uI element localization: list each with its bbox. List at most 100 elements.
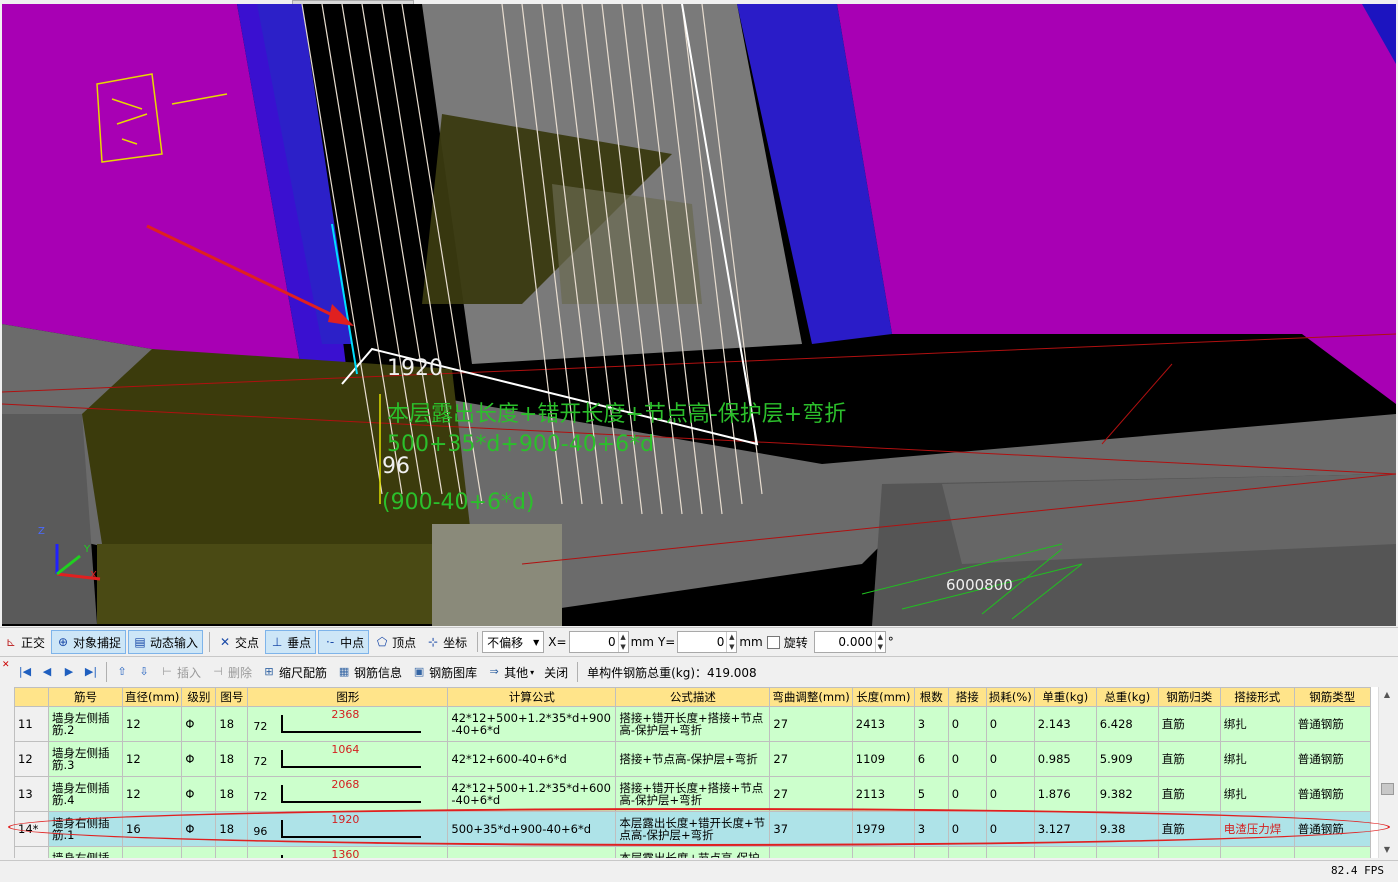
cell-lap-type[interactable]: 绑扎: [1219, 741, 1295, 777]
cell-category[interactable]: 直筋: [1157, 706, 1221, 742]
cell-length[interactable]: 1413: [851, 846, 915, 858]
cell-bend[interactable]: 27: [769, 846, 853, 858]
object-snap-toggle[interactable]: ⊕ 对象捕捉: [51, 630, 127, 654]
intersection-snap[interactable]: ✕ 交点: [214, 631, 263, 653]
next-record-icon[interactable]: ▶: [58, 662, 80, 682]
cell-total-w[interactable]: 9.382: [1095, 776, 1159, 812]
insert-button[interactable]: ⊢ 插入: [155, 662, 206, 682]
midpoint-snap[interactable]: ·- 中点: [318, 630, 370, 654]
spin-arrows-icon[interactable]: ▲ ▼: [726, 632, 736, 652]
cell-bend[interactable]: 37: [769, 811, 853, 847]
cell-desc[interactable]: 搭接+错开长度+搭接+节点高-保护层+弯折: [615, 776, 771, 812]
coordinate-snap[interactable]: ⊹ 坐标: [422, 631, 471, 653]
cell-grade[interactable]: Φ: [181, 706, 217, 742]
rebar-info-button[interactable]: ▦ 钢筋信息: [332, 662, 407, 682]
scale-rebar-button[interactable]: ⊞ 缩尺配筋: [257, 662, 332, 682]
cell-length[interactable]: 1979: [851, 811, 915, 847]
cell-count[interactable]: 6: [913, 741, 949, 777]
cell-loss[interactable]: 0: [985, 706, 1035, 742]
cell-type[interactable]: 普通钢筋: [1293, 706, 1371, 742]
cell-fig[interactable]: 18: [215, 846, 249, 858]
cell-desc[interactable]: 本层露出长度+节点高-保护层+弯折: [615, 846, 771, 858]
cell-type[interactable]: 普通钢筋: [1293, 846, 1371, 858]
cell-unit-w[interactable]: 1.876: [1033, 776, 1097, 812]
first-record-icon[interactable]: |◀: [14, 662, 36, 682]
column-header[interactable]: 计算公式: [447, 687, 617, 707]
table-row[interactable]: 11 墙身左侧插筋.2 12 Φ 18 72 2368 42*12+500+1.2*35*d+…: [14, 706, 1371, 742]
column-header[interactable]: 单重(kg): [1033, 687, 1097, 707]
cell-count[interactable]: 5: [913, 776, 949, 812]
panel-pin-icon[interactable]: ✕: [2, 660, 12, 670]
column-header[interactable]: 直径(mm): [121, 687, 183, 707]
move-up-icon[interactable]: ⇧: [111, 662, 133, 682]
shape-cell[interactable]: 721360: [247, 846, 449, 858]
spin-arrows-icon[interactable]: ▲ ▼: [617, 632, 628, 652]
scroll-down-icon[interactable]: ▼: [1379, 842, 1395, 858]
cell-total-w[interactable]: 6.428: [1095, 706, 1159, 742]
column-header[interactable]: 图形: [247, 687, 449, 707]
close-button[interactable]: 关闭: [539, 662, 573, 682]
cell-formula[interactable]: 42*12+500+1.2*35*d+900-40+6*d: [447, 706, 617, 742]
cell-type[interactable]: 普通钢筋: [1293, 741, 1371, 777]
cell-lap[interactable]: 0: [947, 776, 987, 812]
shape-cell[interactable]: 72 1064: [247, 741, 449, 777]
cell-category[interactable]: 直筋: [1157, 776, 1221, 812]
column-header[interactable]: 级别: [181, 687, 217, 707]
cell-grade[interactable]: Φ: [181, 811, 217, 847]
cell-fig[interactable]: 18: [215, 741, 249, 777]
cell-formula[interactable]: 500+600-40+6*d: [447, 846, 617, 858]
cell-dia[interactable]: 12: [121, 776, 183, 812]
cell-lap[interactable]: 0: [947, 811, 987, 847]
table-row[interactable]: 14* 墙身右侧插筋.1 16 Φ 18 96 1920 500+35*d+900-40+6*…: [14, 811, 1371, 847]
row-number[interactable]: 13: [14, 776, 49, 812]
cell-lap-type[interactable]: 绑扎: [1219, 706, 1295, 742]
row-number[interactable]: 14*: [14, 811, 49, 847]
cell-name[interactable]: 墙身左侧插筋.4: [48, 776, 123, 812]
cell-formula[interactable]: 500+35*d+900-40+6*d: [447, 811, 617, 847]
cell-name[interactable]: 墙身左侧插筋.3: [48, 741, 123, 777]
cell-total-w[interactable]: 5.909: [1095, 741, 1159, 777]
column-header[interactable]: 图号: [215, 687, 249, 707]
shape-cell[interactable]: 96 1920: [247, 811, 449, 847]
shape-cell[interactable]: 72 2368: [247, 706, 449, 742]
cell-grade[interactable]: Φ: [181, 776, 217, 812]
spin-arrows-icon[interactable]: ▲ ▼: [874, 632, 885, 652]
row-number[interactable]: 11: [14, 706, 49, 742]
rotate-field[interactable]: [814, 635, 875, 649]
cell-category[interactable]: 直筋: [1157, 741, 1221, 777]
cell-length[interactable]: 2413: [851, 706, 915, 742]
cell-count[interactable]: 3: [913, 706, 949, 742]
column-header[interactable]: 损耗(%): [985, 687, 1035, 707]
cell-loss[interactable]: 0: [985, 776, 1035, 812]
cell-lap[interactable]: 0: [947, 706, 987, 742]
x-offset-input[interactable]: ▲▼: [568, 631, 629, 653]
row-number[interactable]: 12: [14, 741, 49, 777]
cell-loss[interactable]: 0: [985, 741, 1035, 777]
cell-grade[interactable]: Φ: [181, 741, 217, 777]
scroll-up-icon[interactable]: ▲: [1379, 687, 1395, 703]
perpendicular-snap[interactable]: ⊥ 垂点: [265, 630, 317, 654]
other-menu-button[interactable]: ⇒ 其他 ▾: [482, 662, 539, 682]
cell-length[interactable]: 2113: [851, 776, 915, 812]
cell-total-w[interactable]: 4.424: [1095, 846, 1159, 858]
cell-length[interactable]: 1109: [851, 741, 915, 777]
column-header[interactable]: 筋号: [48, 687, 123, 707]
column-header[interactable]: 搭接: [947, 687, 987, 707]
y-offset-field[interactable]: [678, 635, 727, 649]
cell-category[interactable]: 直筋: [1157, 811, 1221, 847]
cell-name[interactable]: 墙身左侧插筋.2: [48, 706, 123, 742]
y-offset-input[interactable]: ▲▼: [677, 631, 738, 653]
cell-formula[interactable]: 42*12+500+1.2*35*d+600-40+6*d: [447, 776, 617, 812]
cell-lap[interactable]: 0: [947, 846, 987, 858]
cell-lap-type[interactable]: 绑扎: [1219, 776, 1295, 812]
cell-loss[interactable]: 0: [985, 846, 1035, 858]
rotate-input[interactable]: ▲▼: [813, 631, 886, 653]
scroll-thumb[interactable]: [1381, 783, 1394, 795]
rebar-library-button[interactable]: ▣ 钢筋图库: [407, 662, 482, 682]
cell-desc[interactable]: 搭接+节点高-保护层+弯折: [615, 741, 771, 777]
cell-formula[interactable]: 42*12+600-40+6*d: [447, 741, 617, 777]
table-vertical-scrollbar[interactable]: ▲ ▼: [1378, 687, 1395, 858]
cell-bend[interactable]: 27: [769, 776, 853, 812]
cell-name[interactable]: 墙身右侧插筋.2: [48, 846, 123, 858]
cell-lap-type[interactable]: 电渣压力焊: [1219, 846, 1295, 858]
